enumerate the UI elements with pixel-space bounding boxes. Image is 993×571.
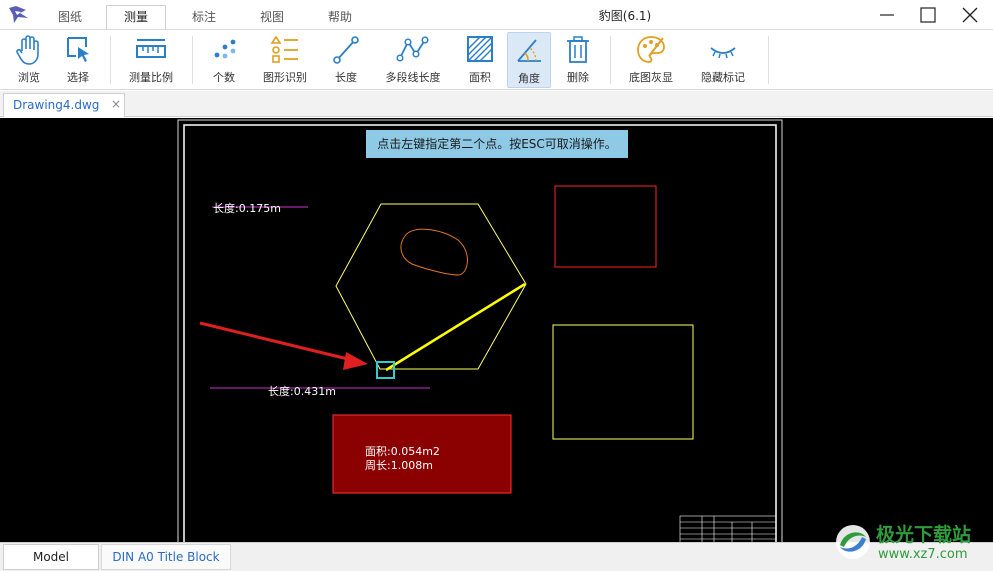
select-tool[interactable]: 选择 [56,32,100,88]
title-bar: 图纸 测量 标注 视图 帮助 豹图(6.1) [0,0,993,30]
shape-recognize-tool[interactable]: 图形识别 [256,32,314,88]
watermark-title: 极光下载站 [876,524,972,546]
polyline-length-label: 多段线长度 [385,71,441,84]
select-tool-label: 选择 [67,71,89,84]
count-tool-label: 个数 [213,71,235,84]
perimeter-label: 周长:1.008m [365,459,433,472]
angle-tool-label: 角度 [518,72,540,85]
close-button[interactable] [948,0,992,30]
status-hint: 点击左键指定第二个点。按ESC可取消操作。 [366,130,628,158]
eye-closed-icon [710,47,736,59]
menu-tab-view[interactable]: 视图 [242,6,302,30]
minimize-button[interactable] [865,0,909,30]
document-tab-bar: Drawing4.dwg × [0,91,993,117]
shape-recognize-icon [270,35,298,63]
count-dots-icon [214,39,236,59]
count-tool[interactable]: 个数 [202,32,246,88]
area-tool-label: 面积 [469,71,491,84]
menu-tab-help[interactable]: 帮助 [310,6,370,30]
toolbar-divider [110,36,111,84]
ribbon-toolbar: 浏览 选择 测量比例 个数 图形识别 长度 多段线长度 面积 角度 删除 底图灰… [0,29,993,90]
title-block [679,515,777,542]
cursor-snap-box [376,361,395,379]
browse-tool[interactable]: 浏览 [7,32,51,88]
polyline-length-tool[interactable]: 多段线长度 [378,32,448,88]
hide-marks-tool[interactable]: 隐藏标记 [692,32,754,88]
watermark-logo-icon [836,525,870,559]
browse-tool-label: 浏览 [18,71,40,84]
gray-base-label: 底图灰显 [629,71,673,84]
toolbar-divider [192,36,193,84]
minimize-icon [880,14,894,16]
menu-tab-measure[interactable]: 测量 [106,5,166,29]
select-cursor-icon [67,37,89,62]
app-logo-icon [9,6,28,23]
close-icon [962,7,978,23]
menu-tab-annotate[interactable]: 标注 [174,6,234,30]
document-tab-label: Drawing4.dwg [13,98,100,112]
layout-tab-title-block[interactable]: DIN A0 Title Block [101,544,231,570]
delete-tool[interactable]: 删除 [556,32,600,88]
toolbar-divider [610,36,611,84]
length-label-1: 长度:0.175m [213,202,281,215]
maximize-icon [920,7,936,23]
close-tab-icon[interactable]: × [111,97,121,111]
red-rectangle [554,185,657,268]
gray-base-tool[interactable]: 底图灰显 [620,32,682,88]
hexagon-shape [335,203,527,370]
length-icon [333,36,359,64]
toolbar-divider [768,36,769,84]
measure-scale-label: 测量比例 [129,71,173,84]
document-tab[interactable]: Drawing4.dwg × [3,93,125,117]
trash-icon [567,36,589,63]
measure-scale-tool[interactable]: 测量比例 [120,32,182,88]
site-watermark: 极光下载站 www.xz7.com [834,519,990,567]
ruler-icon [136,39,166,58]
menu-tab-drawing[interactable]: 图纸 [40,6,100,30]
palette-icon [637,36,665,63]
polyline-icon [396,36,429,62]
window-title: 豹图(6.1) [598,9,652,23]
orange-blob-shape [400,228,468,276]
maximize-button[interactable] [906,0,950,30]
length-tool-label: 长度 [335,71,357,84]
area-tool[interactable]: 面积 [458,32,502,88]
area-icon [467,36,493,62]
angle-tool[interactable]: 角度 [507,32,551,88]
delete-tool-label: 删除 [567,71,589,84]
watermark-url: www.xz7.com [878,547,968,562]
angle-icon [517,39,541,62]
hand-icon [16,35,39,65]
pointer-arrow-head [343,352,368,370]
hide-marks-label: 隐藏标记 [701,71,745,84]
yellow-square [552,324,694,440]
pointer-arrow [199,321,353,362]
angle-measure-line [385,282,526,372]
length-tool[interactable]: 长度 [324,32,368,88]
cad-drawing [177,119,783,542]
drawing-canvas[interactable]: 点击左键指定第二个点。按ESC可取消操作。 长度:0.175m 长度:0.431… [0,118,993,542]
length-label-2: 长度:0.431m [268,385,336,398]
shape-recognize-label: 图形识别 [263,71,307,84]
layout-tab-model[interactable]: Model [3,544,99,570]
